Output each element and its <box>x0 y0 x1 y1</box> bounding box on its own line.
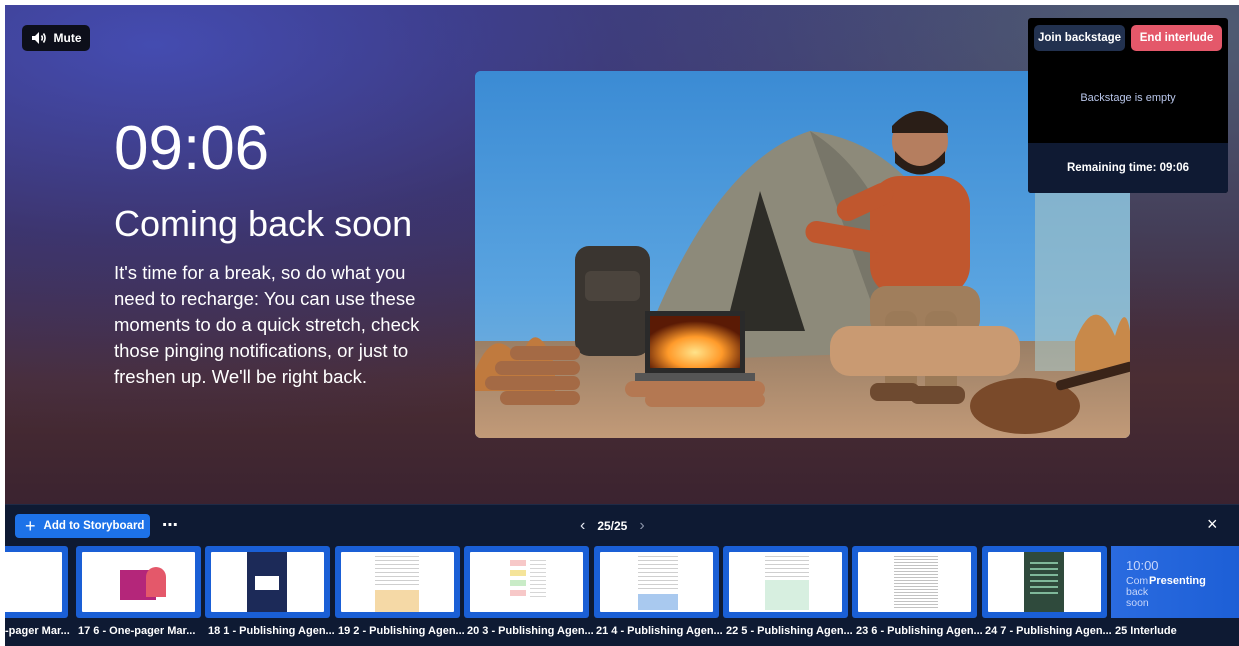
page-indicator: 25/25 <box>597 519 628 533</box>
slide-label: 22 5 - Publishing Agen... <box>726 625 853 637</box>
interlude-headline: Coming back soon <box>114 203 413 244</box>
slide-label: 17 6 - One-pager Mar... <box>78 625 196 637</box>
chevron-left-icon[interactable]: ‹ <box>580 517 585 535</box>
slide-label: 19 2 - Publishing Agen... <box>338 625 465 637</box>
end-interlude-button[interactable]: End interlude <box>1131 25 1222 51</box>
current-slide-line: soon <box>1126 597 1149 609</box>
mute-label: Mute <box>53 31 82 45</box>
slides-strip: -pager Mar... 17 6 - One-pager Mar... 18… <box>5 544 1239 646</box>
remaining-time: Remaining time: 09:06 <box>1028 143 1228 193</box>
slide-label: 25 Interlude <box>1115 625 1177 637</box>
backstage-panel: Join backstage End interlude Backstage i… <box>1028 18 1228 193</box>
slide-label: 20 3 - Publishing Agen... <box>467 625 594 637</box>
slide-thumbnail[interactable] <box>982 546 1107 618</box>
plus-icon: + <box>25 516 36 536</box>
mute-button[interactable]: Mute <box>22 25 90 51</box>
close-icon[interactable]: × <box>1207 514 1218 535</box>
add-to-storyboard-label: Add to Storyboard <box>43 520 145 532</box>
current-slide-time: 10:00 <box>1126 558 1159 573</box>
current-slide-thumbnail[interactable]: 10:00 Com back soon Presenting <box>1111 546 1239 618</box>
slide-thumbnail[interactable] <box>464 546 589 618</box>
slide-thumbnail[interactable] <box>5 546 68 618</box>
slide-pager: ‹ 25/25 › <box>580 515 645 537</box>
speaker-icon <box>31 32 46 44</box>
slide-thumbnail[interactable] <box>594 546 719 618</box>
slide-thumbnail[interactable] <box>852 546 977 618</box>
interlude-stage: Mute 09:06 Coming back soon It's time fo… <box>5 5 1239 504</box>
slide-thumbnail[interactable] <box>205 546 330 618</box>
app-root: Mute 09:06 Coming back soon It's time fo… <box>5 5 1239 646</box>
slide-label: 18 1 - Publishing Agen... <box>208 625 335 637</box>
more-icon[interactable]: ⋯ <box>162 515 179 535</box>
interlude-message: It's time for a break, so do what you ne… <box>114 262 420 387</box>
slide-label: -pager Mar... <box>5 625 70 637</box>
slide-label: 24 7 - Publishing Agen... <box>985 625 1112 637</box>
join-backstage-button[interactable]: Join backstage <box>1034 25 1125 51</box>
slide-label: 21 4 - Publishing Agen... <box>596 625 723 637</box>
backstage-empty-text: Backstage is empty <box>1080 92 1176 104</box>
slide-label: 23 6 - Publishing Agen... <box>856 625 983 637</box>
slide-thumbnail[interactable] <box>723 546 848 618</box>
current-slide-line: Com <box>1126 575 1149 587</box>
slide-thumbnail[interactable] <box>335 546 460 618</box>
countdown-timer: 09:06 <box>114 114 270 183</box>
chevron-right-icon[interactable]: › <box>639 517 644 535</box>
presenting-badge: Presenting <box>1149 575 1206 587</box>
storyboard-toolbar: + Add to Storyboard ⋯ ‹ 25/25 › × <box>5 504 1239 544</box>
add-to-storyboard-button[interactable]: + Add to Storyboard <box>15 514 150 538</box>
slide-thumbnail[interactable] <box>76 546 201 618</box>
current-slide-line: back <box>1126 586 1149 598</box>
